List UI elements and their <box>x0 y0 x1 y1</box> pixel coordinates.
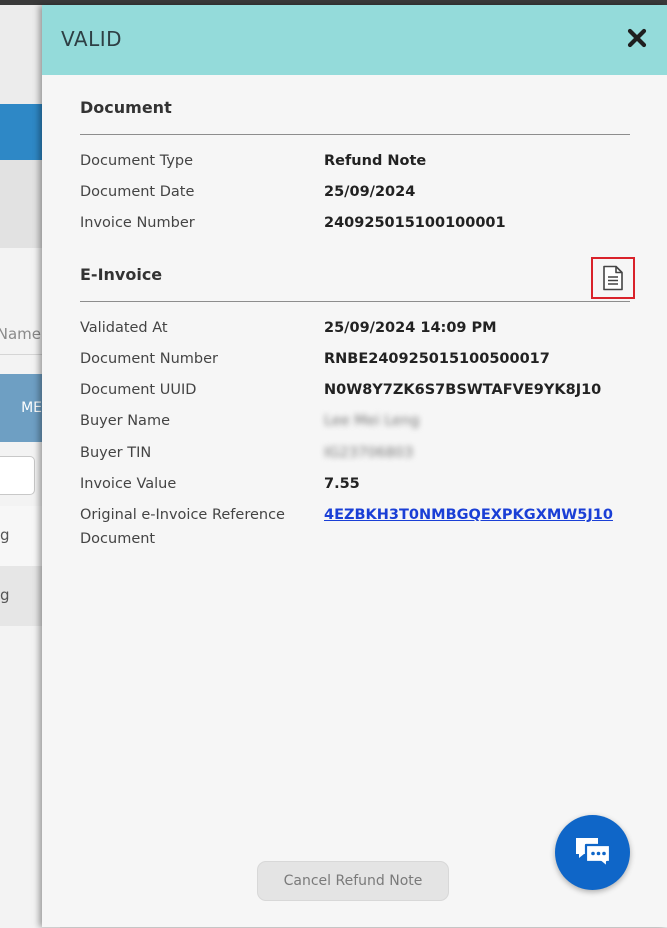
section-divider <box>80 301 630 302</box>
field-label: Buyer Name <box>80 413 170 429</box>
field-value: RNBE240925015100500017 <box>324 351 550 367</box>
field-label: Buyer TIN <box>80 445 152 461</box>
field-value: 7.55 <box>324 476 360 492</box>
document-icon <box>603 265 623 291</box>
field-label: Document Type <box>80 153 194 169</box>
field-label: Invoice Number <box>80 215 195 231</box>
chat-button[interactable] <box>555 815 630 890</box>
panel-header: VALID <box>42 5 667 75</box>
field-label: Document Date <box>80 184 195 200</box>
field-value: 240925015100100001 <box>324 215 506 231</box>
reference-document-link[interactable]: 4EZBKH3T0NMBGQEXPKGXMW5J10 <box>324 503 613 527</box>
background-input <box>0 456 35 495</box>
detail-panel: VALID Document Document Type Refund Note… <box>42 5 667 927</box>
background-highlight-text: ME <box>21 400 42 416</box>
field-label: Validated At <box>80 320 168 336</box>
field-label: Document UUID <box>80 382 197 398</box>
field-value: IG23706803 <box>324 445 414 461</box>
cancel-refund-note-button[interactable]: Cancel Refund Note <box>257 861 449 901</box>
close-icon <box>627 28 647 48</box>
chat-icon <box>575 837 611 868</box>
background-row-text: g <box>0 526 10 544</box>
background-row-text: g <box>0 586 10 604</box>
field-value: N0W8Y7ZK6S7BSWTAFVE9YK8J10 <box>324 382 602 398</box>
field-label: Invoice Value <box>80 476 177 492</box>
document-section-title: Document <box>80 98 172 117</box>
field-value: 25/09/2024 <box>324 184 416 200</box>
panel-title: VALID <box>61 27 123 51</box>
section-divider <box>80 134 630 135</box>
field-label: Document Number <box>80 351 218 367</box>
view-document-button[interactable] <box>591 257 635 299</box>
background-column-header-label: Name <box>0 325 41 343</box>
field-value: 25/09/2024 14:09 PM <box>324 320 497 336</box>
close-button[interactable] <box>626 27 650 51</box>
field-value: Refund Note <box>324 153 427 169</box>
field-value: Lee Mei Leng <box>324 413 420 429</box>
einvoice-section-title: E-Invoice <box>80 265 163 284</box>
field-label: Original e-Invoice Reference Document <box>80 507 285 547</box>
